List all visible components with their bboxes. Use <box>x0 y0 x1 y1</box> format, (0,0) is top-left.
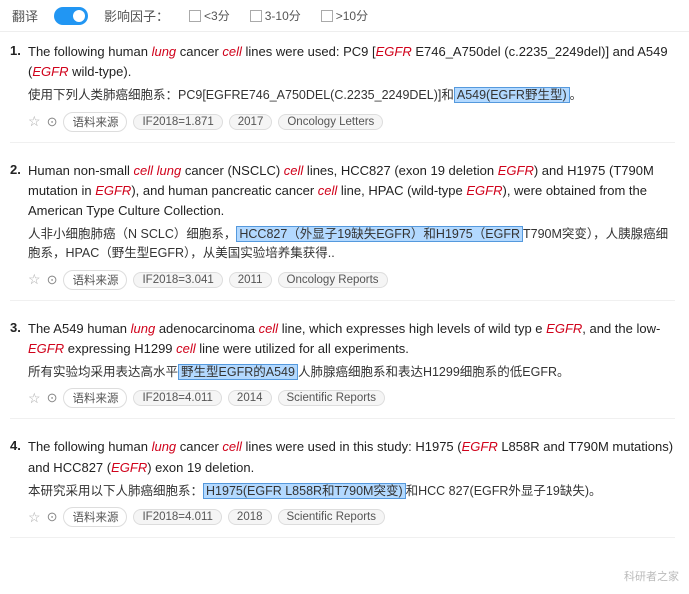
filter-gt10-checkbox[interactable] <box>321 10 333 22</box>
entry-4: 4. The following human lung cancer cell … <box>10 437 675 538</box>
entry-1-year-tag[interactable]: 2017 <box>229 114 273 130</box>
entry-3-meta: ☆ ⊙ 语料来源 IF2018=4.011 2014 Scientific Re… <box>28 388 675 408</box>
entry-4-en: The following human lung cancer cell lin… <box>28 437 675 477</box>
entry-4-journal-tag[interactable]: Scientific Reports <box>278 509 385 525</box>
entry-3-journal-tag[interactable]: Scientific Reports <box>278 390 385 406</box>
entry-4-zh: 本研究采用以下人肺癌细胞系：H1975(EGFR L858R和T790M突变)和… <box>28 482 675 501</box>
entry-1-journal-tag[interactable]: Oncology Letters <box>278 114 383 130</box>
translate-label: 翻译 <box>12 6 38 25</box>
filter-lt3[interactable]: <3分 <box>189 7 230 24</box>
entry-3-en: The A549 human lung adenocarcinoma cell … <box>28 319 675 359</box>
filter-lt3-label: <3分 <box>204 7 230 24</box>
filter-lt3-checkbox[interactable] <box>189 10 201 22</box>
entry-1-if-tag[interactable]: IF2018=1.871 <box>133 114 222 130</box>
entry-4-highlight: H1975(EGFR L858R和T790M突变) <box>203 483 406 499</box>
entry-1-zh: 使用下列人类肺癌细胞系：PC9[EGFRE746_A750DEL(C.2235_… <box>28 86 675 105</box>
entry-2-year-tag[interactable]: 2011 <box>229 272 272 288</box>
entry-2-source-tag[interactable]: 语料来源 <box>63 270 127 290</box>
translate-toggle[interactable] <box>54 7 88 25</box>
entry-3-star[interactable]: ☆ <box>28 390 41 407</box>
watermark: 科研者之家 <box>624 568 679 584</box>
entry-1-meta: ☆ ⊙ 语料来源 IF2018=1.871 2017 Oncology Lett… <box>28 112 675 132</box>
entry-4-year-tag[interactable]: 2018 <box>228 509 272 525</box>
filter-3-10-label: 3-10分 <box>265 7 301 24</box>
entry-3-zh: 所有实验均采用表达高水平野生型EGFR的A549人肺腺癌细胞系和表达H1299细… <box>28 363 675 382</box>
entry-3-year-tag[interactable]: 2014 <box>228 390 272 406</box>
entry-1-source-tag[interactable]: 语料来源 <box>63 112 127 132</box>
entry-3-source-tag[interactable]: 语料来源 <box>63 388 127 408</box>
filter-gt10[interactable]: >10分 <box>321 7 368 24</box>
entry-1-en: The following human lung cancer cell lin… <box>28 42 675 82</box>
entry-2-recycle[interactable]: ⊙ <box>47 272 58 288</box>
entry-4-if-tag[interactable]: IF2018=4.011 <box>133 509 221 525</box>
entry-1-index: 1. <box>10 42 28 58</box>
entry-4-index: 4. <box>10 437 28 453</box>
filter-label: 影响因子： <box>104 6 169 25</box>
entry-1-recycle[interactable]: ⊙ <box>47 114 58 130</box>
entry-4-meta: ☆ ⊙ 语料来源 IF2018=4.011 2018 Scientific Re… <box>28 507 675 527</box>
results-list: 1. The following human lung cancer cell … <box>0 32 689 566</box>
entry-4-star[interactable]: ☆ <box>28 509 41 526</box>
entry-4-recycle[interactable]: ⊙ <box>47 509 58 525</box>
entry-3: 3. The A549 human lung adenocarcinoma ce… <box>10 319 675 420</box>
entry-1: 1. The following human lung cancer cell … <box>10 42 675 143</box>
entry-4-source-tag[interactable]: 语料来源 <box>63 507 127 527</box>
entry-3-index: 3. <box>10 319 28 335</box>
entry-2-journal-tag[interactable]: Oncology Reports <box>278 272 388 288</box>
entry-2: 2. Human non-small cell lung cancer (NSC… <box>10 161 675 301</box>
entry-3-recycle[interactable]: ⊙ <box>47 390 58 406</box>
entry-2-star[interactable]: ☆ <box>28 271 41 288</box>
top-bar: 翻译 影响因子： <3分 3-10分 >10分 <box>0 0 689 32</box>
entry-2-index: 2. <box>10 161 28 177</box>
filter-3-10-checkbox[interactable] <box>250 10 262 22</box>
entry-2-highlight: HCC827（外显子19缺失EGFR）和H1975（EGFR <box>236 226 523 242</box>
entry-2-if-tag[interactable]: IF2018=3.041 <box>133 272 222 288</box>
entry-2-meta: ☆ ⊙ 语料来源 IF2018=3.041 2011 Oncology Repo… <box>28 270 675 290</box>
entry-3-if-tag[interactable]: IF2018=4.011 <box>133 390 221 406</box>
entry-2-zh: 人非小细胞肺癌（N SCLC）细胞系，HCC827（外显子19缺失EGFR）和H… <box>28 225 675 264</box>
filter-gt10-label: >10分 <box>336 7 368 24</box>
entry-1-star[interactable]: ☆ <box>28 113 41 130</box>
entry-2-en: Human non-small cell lung cancer (NSCLC)… <box>28 161 675 221</box>
entry-3-highlight: 野生型EGFR的A549 <box>178 364 298 380</box>
filter-3-10[interactable]: 3-10分 <box>250 7 301 24</box>
entry-1-highlight: A549(EGFR野生型) <box>454 87 570 103</box>
